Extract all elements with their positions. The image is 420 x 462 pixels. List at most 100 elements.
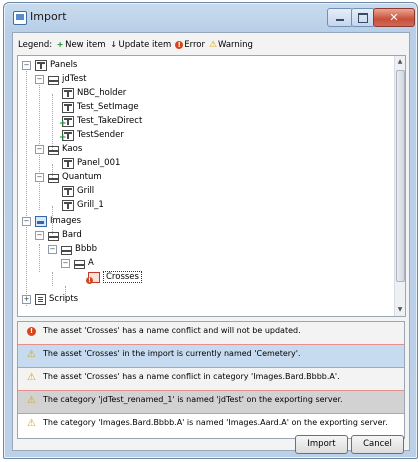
tree-item-crosses[interactable]: ! Crosses bbox=[86, 270, 142, 284]
tree-item-bard[interactable]: − Bard bbox=[35, 228, 82, 242]
tree-item-images[interactable]: − Images bbox=[22, 214, 81, 228]
legend-warning: ⚠ Warning bbox=[209, 40, 253, 50]
tree-item-test-takedirect[interactable]: + Test_TakeDirect bbox=[59, 114, 143, 128]
legend-new-item: + New item bbox=[56, 40, 106, 50]
message-text: The asset 'Crosses' has a name conflict … bbox=[43, 372, 340, 381]
group-icon bbox=[48, 173, 59, 183]
new-item-icon: + bbox=[56, 40, 64, 49]
group-icon bbox=[48, 231, 59, 241]
tree-item-label: Panels bbox=[50, 60, 78, 70]
panel-icon bbox=[62, 87, 74, 99]
panel-icon bbox=[62, 157, 74, 169]
collapse-toggle[interactable]: − bbox=[35, 231, 44, 240]
warning-icon: ⚠ bbox=[208, 40, 218, 50]
minimize-icon bbox=[336, 19, 344, 21]
legend-label: Legend: bbox=[18, 40, 53, 50]
collapse-toggle[interactable]: − bbox=[35, 173, 44, 182]
title-bar[interactable]: Import ✕ bbox=[4, 3, 417, 31]
dialog-body: Legend: + New item ↓ Update item ! Error… bbox=[12, 32, 410, 454]
update-item-icon: ↓ bbox=[110, 40, 117, 49]
message-row[interactable]: ! The asset 'Crosses' has a name conflic… bbox=[18, 322, 404, 345]
error-icon: ! bbox=[86, 276, 93, 284]
panel-new-icon: + bbox=[59, 129, 74, 142]
warning-icon: ⚠ bbox=[27, 349, 36, 360]
message-row[interactable]: ⚠ The category 'Images.Bard.Bbbb.A' is n… bbox=[18, 414, 404, 436]
tree-item-label: Kaos bbox=[62, 144, 83, 154]
close-button[interactable]: ✕ bbox=[373, 8, 415, 27]
collapse-toggle[interactable]: − bbox=[35, 145, 44, 154]
collapse-toggle[interactable]: − bbox=[61, 259, 70, 268]
group-warning-icon bbox=[74, 259, 85, 269]
cancel-button[interactable]: Cancel bbox=[351, 435, 404, 454]
tree-item-quantum[interactable]: − Quantum bbox=[35, 170, 102, 184]
tree-item-panel-001[interactable]: Panel_001 bbox=[62, 156, 120, 170]
panel-icon bbox=[62, 199, 74, 211]
tree-scrollbar[interactable]: ▲ ▼ bbox=[394, 56, 405, 316]
maximize-icon bbox=[358, 13, 368, 23]
minimize-button[interactable] bbox=[327, 8, 353, 27]
tree-item-label: jdTest bbox=[62, 74, 87, 84]
collapse-toggle[interactable]: − bbox=[22, 217, 31, 226]
scroll-down-icon[interactable]: ▼ bbox=[395, 304, 405, 316]
tree-item-nbc-holder[interactable]: NBC_holder bbox=[62, 86, 126, 100]
tree-item-jdtest[interactable]: − jdTest bbox=[35, 72, 87, 86]
tree-item-grill-1[interactable]: Grill_1 bbox=[62, 198, 104, 212]
maximize-button[interactable] bbox=[351, 8, 375, 27]
message-text: The asset 'Crosses' in the import is cur… bbox=[43, 349, 301, 358]
tree-connector bbox=[26, 66, 27, 306]
scrollbar-thumb[interactable] bbox=[396, 70, 405, 282]
panel-icon bbox=[62, 101, 74, 113]
expand-toggle[interactable]: + bbox=[22, 295, 31, 304]
tree-item-label: NBC_holder bbox=[77, 88, 127, 98]
tree-item-label: Scripts bbox=[49, 294, 79, 304]
tree-item-label: Grill_1 bbox=[77, 200, 104, 210]
message-row[interactable]: ⚠ The asset 'Crosses' has a name conflic… bbox=[18, 368, 404, 391]
tree-item-kaos[interactable]: − Kaos bbox=[35, 142, 82, 156]
message-list: ! The asset 'Crosses' has a name conflic… bbox=[17, 321, 405, 439]
tree-connector bbox=[39, 244, 40, 272]
group-icon bbox=[48, 145, 59, 155]
script-category-icon bbox=[35, 293, 46, 305]
tree-item-testsender[interactable]: + TestSender bbox=[59, 128, 124, 142]
message-row[interactable]: ⚠ The asset 'Crosses' in the import is c… bbox=[18, 345, 404, 368]
tree-item-bbbb[interactable]: − Bbbb bbox=[48, 242, 97, 256]
asset-tree-content: − Panels − jdTest NBC_holder Test_SetIma… bbox=[18, 56, 394, 316]
collapse-toggle[interactable]: − bbox=[22, 61, 31, 70]
import-button[interactable]: Import bbox=[295, 435, 348, 454]
tree-item-label: Bard bbox=[62, 230, 82, 240]
panel-icon bbox=[62, 185, 74, 197]
tree-item-label: Quantum bbox=[62, 172, 102, 182]
collapse-toggle[interactable]: − bbox=[48, 245, 57, 254]
message-text: The asset 'Crosses' has a name conflict … bbox=[43, 326, 301, 335]
collapse-toggle[interactable]: − bbox=[35, 75, 44, 84]
message-row[interactable]: ⚠ The category 'jdTest_renamed_1' is nam… bbox=[18, 391, 404, 414]
asset-tree[interactable]: − Panels − jdTest NBC_holder Test_SetIma… bbox=[17, 55, 406, 317]
tree-item-label: Grill bbox=[77, 186, 95, 196]
error-icon: ! bbox=[175, 41, 184, 49]
legend-new-item-label: New item bbox=[65, 40, 106, 50]
scroll-up-icon[interactable]: ▲ bbox=[395, 56, 405, 68]
tree-item-a[interactable]: − A bbox=[61, 256, 94, 270]
panel-new-icon: + bbox=[59, 115, 74, 128]
tree-item-label: Bbbb bbox=[75, 244, 98, 254]
close-icon: ✕ bbox=[389, 11, 399, 24]
dialog-footer: Import Cancel bbox=[13, 435, 409, 454]
warning-icon: ⚠ bbox=[27, 395, 36, 406]
error-icon: ! bbox=[27, 327, 36, 336]
tree-item-label: A bbox=[88, 258, 94, 268]
legend-update-item-label: Update item bbox=[118, 40, 172, 50]
tree-item-panels[interactable]: − Panels bbox=[22, 58, 77, 72]
group-icon bbox=[61, 245, 72, 255]
tree-item-test-setimage[interactable]: Test_SetImage bbox=[62, 100, 139, 114]
import-dialog: Import ✕ Legend: + New item ↓ Update ite… bbox=[3, 2, 418, 459]
tree-item-scripts[interactable]: + Scripts bbox=[22, 292, 78, 306]
message-text: The category 'Images.Bard.Bbbb.A' is nam… bbox=[43, 418, 388, 427]
tree-item-grill[interactable]: Grill bbox=[62, 184, 94, 198]
tree-item-label: Crosses bbox=[103, 271, 142, 283]
legend-error-label: Error bbox=[184, 40, 205, 50]
panel-category-icon bbox=[35, 59, 47, 71]
image-error-icon: ! bbox=[86, 271, 100, 284]
tree-item-label: Test_TakeDirect bbox=[77, 116, 143, 126]
window-title: Import bbox=[30, 10, 67, 23]
tree-connector bbox=[52, 272, 53, 286]
